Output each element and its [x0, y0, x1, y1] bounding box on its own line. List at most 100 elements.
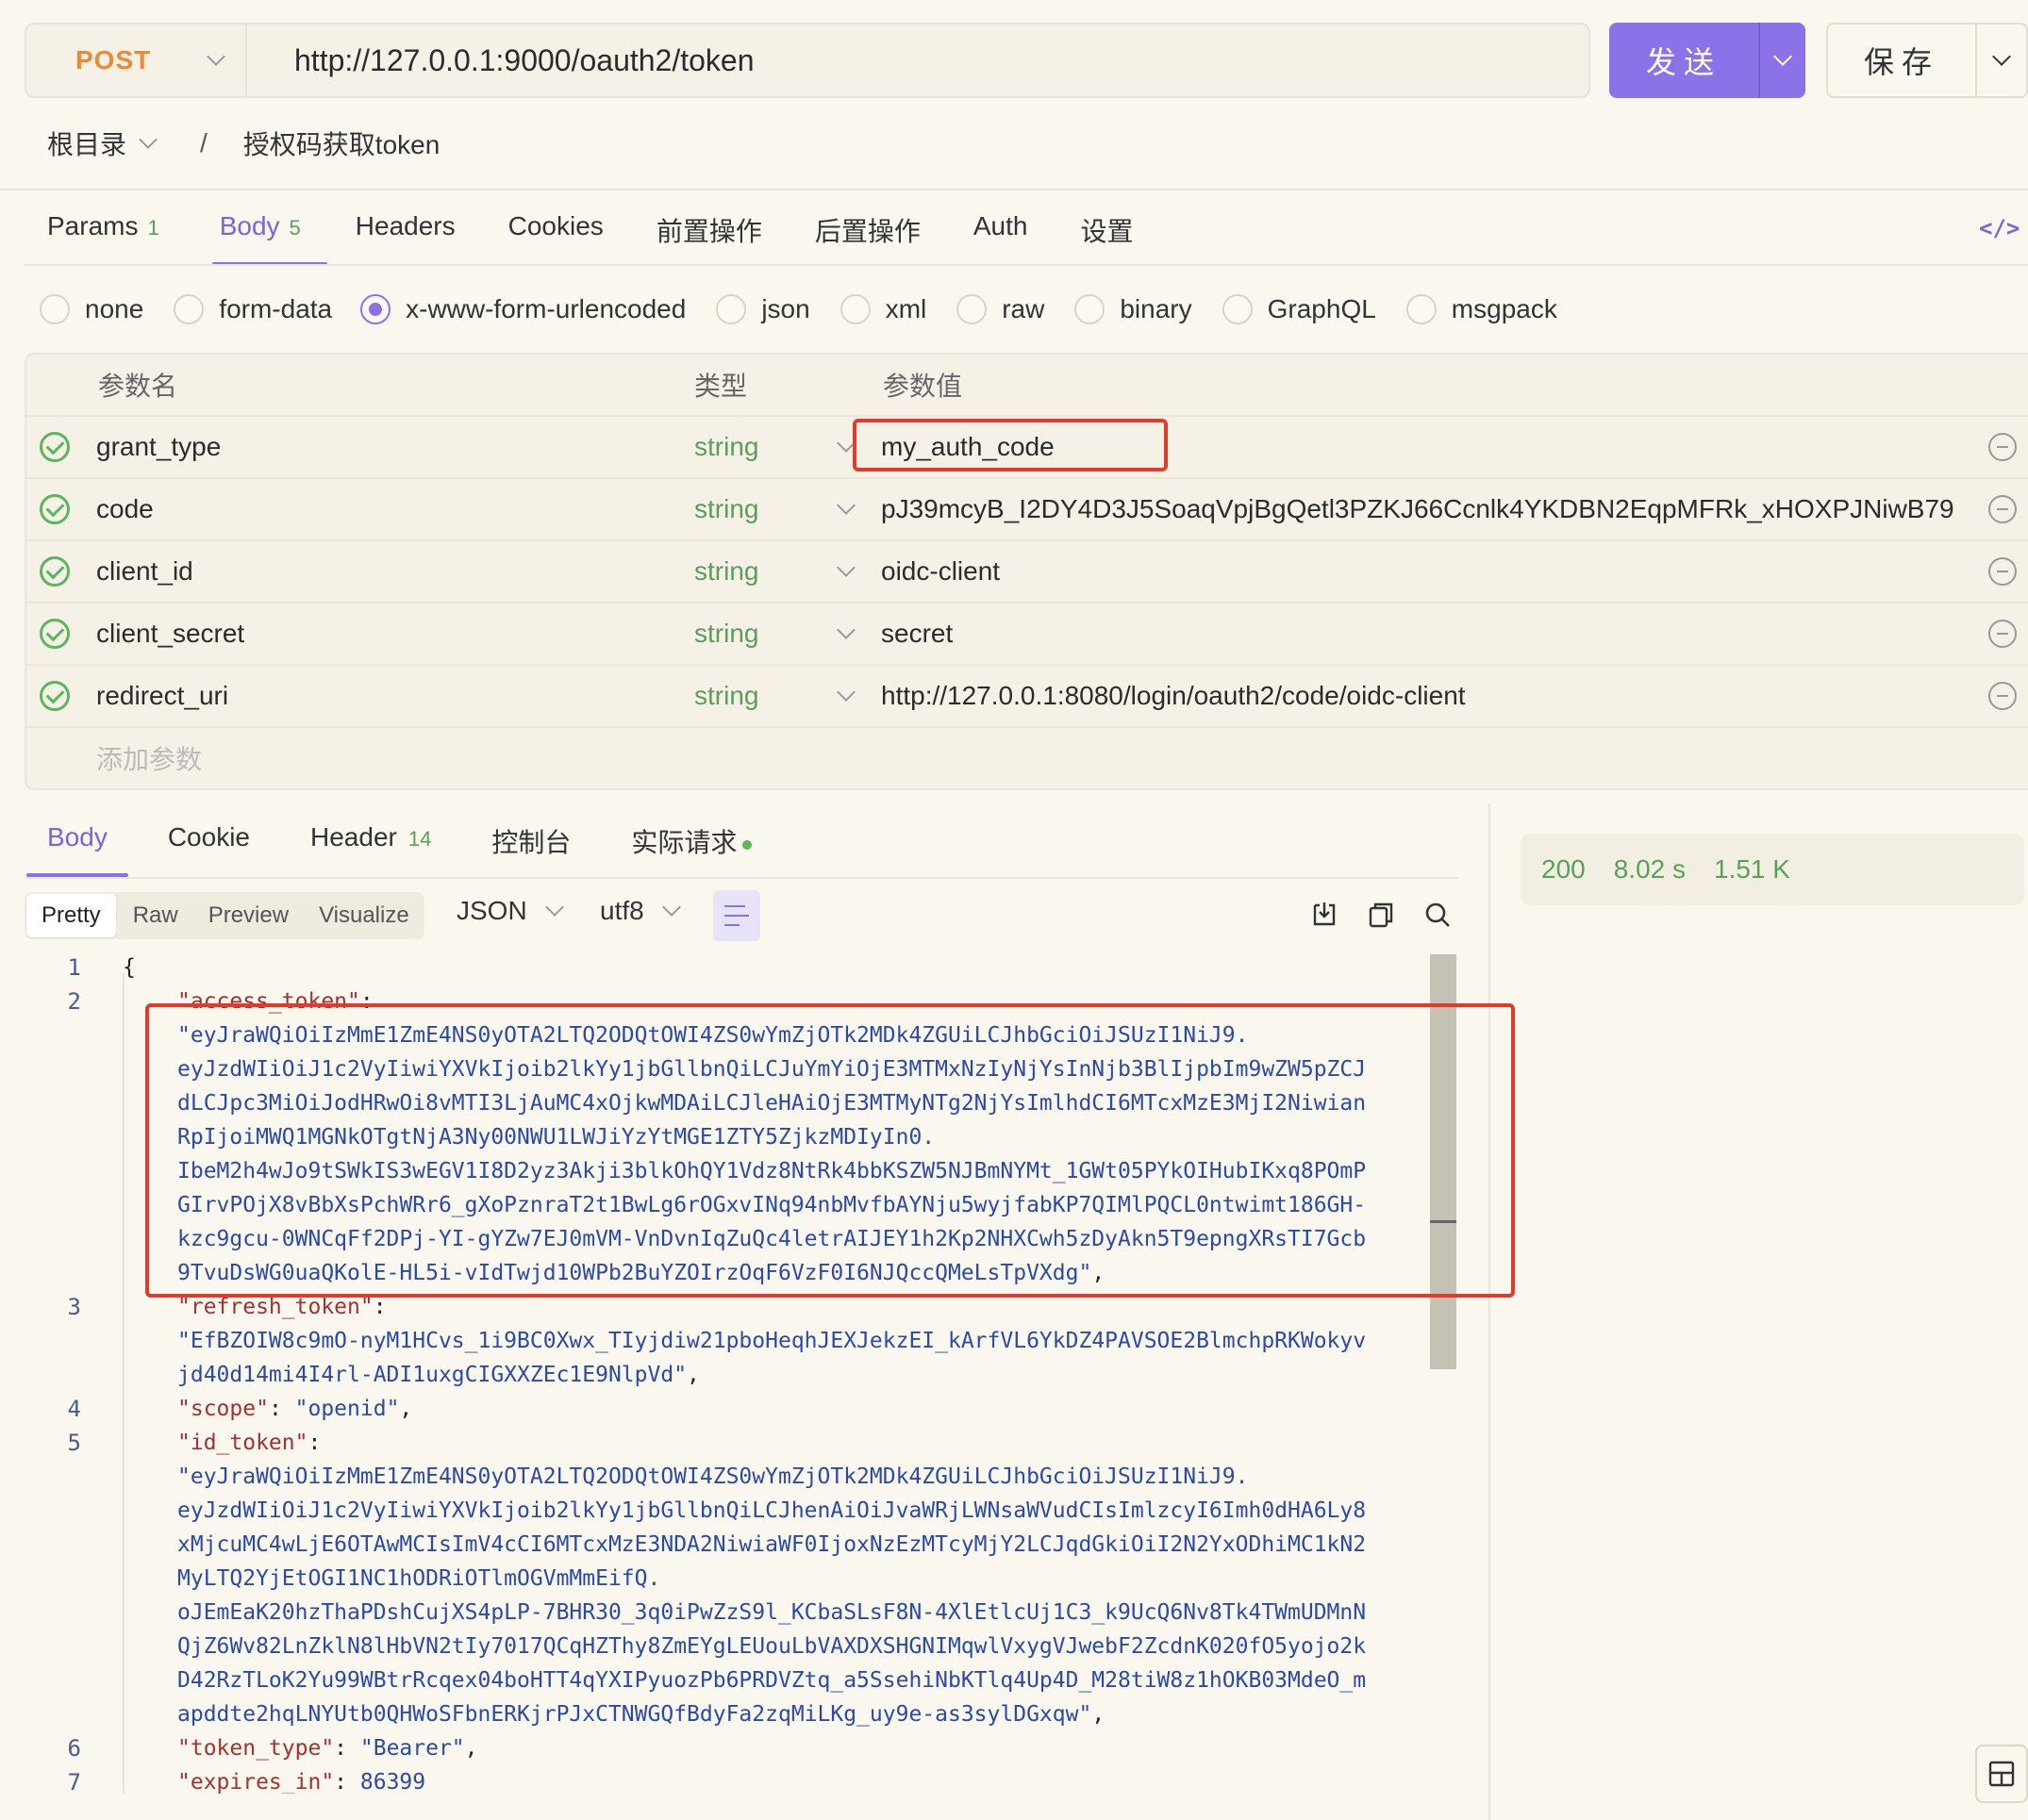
tab-headers[interactable]: Headers	[356, 206, 456, 266]
remove-param-icon[interactable]	[1988, 495, 2017, 523]
view-visualize[interactable]: Visualize	[304, 894, 424, 937]
save-options-dropdown[interactable]	[1975, 25, 2026, 96]
tab-pre-request[interactable]: 前置操作	[657, 206, 762, 266]
radio-graphql[interactable]: GraphQL	[1222, 294, 1376, 324]
radio-x-www-form-urlencoded[interactable]: x-www-form-urlencoded	[360, 294, 686, 324]
wrap-lines-icon[interactable]	[713, 890, 760, 941]
param-type[interactable]: string	[694, 541, 758, 602]
json-punct: ,	[1091, 1702, 1105, 1727]
request-url-bar: POST	[25, 23, 1590, 98]
layout-toggle-icon[interactable]	[1975, 1745, 2028, 1803]
radio-circle	[174, 294, 205, 324]
encoding-select[interactable]: utf8	[600, 896, 681, 926]
tab-auth[interactable]: Auth	[973, 206, 1028, 266]
radio-xml[interactable]: xml	[839, 294, 926, 324]
check-circle-icon[interactable]	[40, 619, 70, 649]
send-button[interactable]: 发送	[1609, 23, 1758, 98]
copy-icon[interactable]	[1366, 900, 1396, 930]
param-name[interactable]: client_id	[96, 541, 193, 602]
remove-param-icon[interactable]	[1988, 557, 2017, 586]
param-name[interactable]: grant_type	[96, 417, 221, 477]
json-string: "Bearer"	[359, 1736, 465, 1761]
code-line: QjZ6Wv82LnZklN8lHbVN2tIy7017QCqHZThy8ZmE…	[177, 1634, 1367, 1659]
json-number: 86399	[359, 1770, 426, 1794]
view-raw[interactable]: Raw	[118, 894, 193, 937]
radio-form-data[interactable]: form-data	[174, 294, 332, 324]
radio-circle	[1074, 294, 1105, 324]
tab-settings[interactable]: 设置	[1080, 206, 1133, 266]
line-number: 3	[67, 1294, 81, 1320]
code-snippet-icon[interactable]: </>	[1979, 215, 2020, 241]
status-code: 200	[1541, 854, 1586, 884]
chevron-down-icon[interactable]	[139, 130, 158, 149]
radio-label: none	[85, 294, 144, 323]
send-options-dropdown[interactable]	[1758, 23, 1805, 98]
radio-label: raw	[1002, 294, 1045, 323]
param-type[interactable]: string	[694, 604, 758, 664]
param-type[interactable]: string	[694, 417, 758, 477]
view-pretty[interactable]: Pretty	[26, 894, 116, 937]
radio-raw[interactable]: raw	[956, 294, 1044, 324]
tab-post-request[interactable]: 后置操作	[815, 206, 921, 266]
url-input[interactable]	[247, 25, 1588, 96]
check-circle-icon[interactable]	[40, 494, 70, 524]
tab-response-body[interactable]: Body	[26, 822, 128, 877]
chevron-down-icon[interactable]	[837, 558, 856, 577]
breadcrumb-root[interactable]: 根目录	[47, 124, 126, 162]
chevron-down-icon	[661, 898, 681, 917]
panel-splitter[interactable]	[1488, 803, 1490, 1820]
radio-circle	[360, 294, 391, 324]
check-circle-icon[interactable]	[40, 681, 70, 711]
check-circle-icon[interactable]	[40, 556, 70, 587]
tab-actual-request[interactable]: 实际请求	[631, 822, 753, 877]
chevron-down-icon[interactable]	[837, 683, 856, 702]
param-type[interactable]: string	[694, 479, 758, 539]
view-preview[interactable]: Preview	[193, 894, 304, 937]
chevron-down-icon[interactable]	[837, 620, 856, 639]
tab-params[interactable]: Params 1	[47, 206, 159, 266]
code-line: {	[123, 952, 136, 984]
tab-response-cookie[interactable]: Cookie	[168, 822, 250, 877]
chevron-down-icon[interactable]	[837, 496, 856, 515]
check-circle-icon[interactable]	[40, 432, 70, 462]
method-select[interactable]: POST	[26, 25, 247, 96]
tab-response-console[interactable]: 控制台	[491, 822, 571, 877]
save-button[interactable]: 保存	[1828, 25, 1975, 96]
tab-badge: 1	[147, 216, 159, 240]
radio-binary[interactable]: binary	[1074, 294, 1192, 324]
remove-param-icon[interactable]	[1988, 620, 2017, 648]
param-value[interactable]: http://127.0.0.1:8080/login/oauth2/code/…	[881, 666, 1466, 726]
add-param-row[interactable]: 添加参数	[26, 726, 2028, 788]
remove-param-icon[interactable]	[1988, 682, 2017, 710]
tab-badge: 5	[289, 216, 301, 240]
param-type[interactable]: string	[694, 666, 758, 726]
tab-label: 实际请求	[631, 828, 738, 857]
format-select[interactable]: JSON	[457, 896, 564, 926]
breadcrumb-current[interactable]: 授权码获取token	[243, 124, 441, 162]
radio-none[interactable]: none	[40, 294, 143, 324]
body-type-selector: none form-data x-www-form-urlencoded jso…	[40, 292, 1557, 326]
json-punct: ,	[399, 1397, 413, 1421]
param-name[interactable]: redirect_uri	[96, 666, 228, 726]
tab-cookies[interactable]: Cookies	[508, 206, 604, 266]
search-icon[interactable]	[1422, 900, 1453, 930]
param-value[interactable]: oidc-client	[881, 541, 1000, 602]
tab-label: Cookie	[167, 822, 250, 852]
response-status: 200 8.02 s 1.51 K	[1521, 834, 2024, 905]
radio-json[interactable]: json	[716, 294, 810, 324]
param-name[interactable]: client_secret	[96, 604, 244, 664]
param-value[interactable]: secret	[881, 604, 953, 664]
json-key: "token_type"	[177, 1736, 335, 1761]
remove-param-icon[interactable]	[1988, 433, 2017, 461]
param-name[interactable]: code	[96, 479, 154, 539]
line-number: 4	[67, 1396, 81, 1422]
tab-response-header[interactable]: Header 14	[310, 822, 431, 877]
param-value[interactable]: pJ39mcyB_I2DY4D3J5SoaqVpjBgQetl3PZKJ66Cc…	[881, 479, 1954, 539]
header-name: 参数名	[98, 372, 178, 401]
tab-label: 后置操作	[814, 217, 921, 246]
tab-label: Body	[219, 211, 280, 240]
add-param-placeholder[interactable]: 添加参数	[96, 728, 202, 788]
download-icon[interactable]	[1309, 900, 1339, 930]
tab-body[interactable]: Body 5	[211, 206, 327, 266]
radio-msgpack[interactable]: msgpack	[1405, 294, 1557, 324]
